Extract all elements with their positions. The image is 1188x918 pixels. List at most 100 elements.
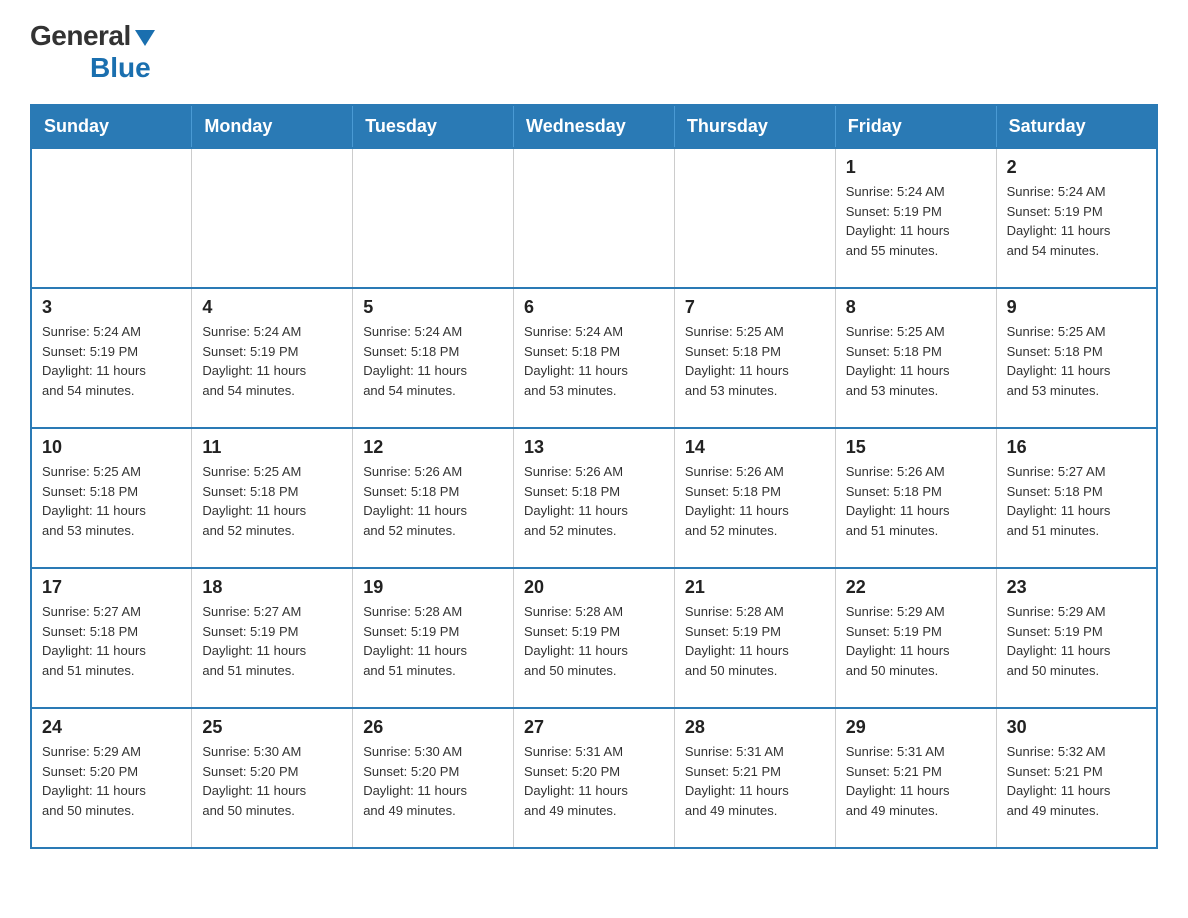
calendar-week-4: 17Sunrise: 5:27 AMSunset: 5:18 PMDayligh… [31, 568, 1157, 708]
day-number: 29 [846, 717, 986, 738]
day-number: 10 [42, 437, 181, 458]
calendar-cell: 11Sunrise: 5:25 AMSunset: 5:18 PMDayligh… [192, 428, 353, 568]
calendar-cell: 6 Sunrise: 5:24 AMSunset: 5:18 PMDaylight… [514, 288, 675, 428]
calendar-cell: 9 Sunrise: 5:25 AMSunset: 5:18 PMDaylight… [996, 288, 1157, 428]
header-day-saturday: Saturday [996, 105, 1157, 148]
day-number: 22 [846, 577, 986, 598]
day-info: Sunrise: 5:26 AMSunset: 5:18 PMDaylight:… [846, 462, 986, 540]
calendar-week-3: 10 Sunrise: 5:25 AMSunset: 5:18 PMDayligh… [31, 428, 1157, 568]
calendar-week-1: 1 Sunrise: 5:24 AMSunset: 5:19 PMDaylight… [31, 148, 1157, 288]
day-info: Sunrise: 5:24 AMSunset: 5:19 PMDaylight:… [846, 182, 986, 260]
day-info: Sunrise: 5:24 AMSunset: 5:18 PMDaylight:… [524, 322, 664, 400]
calendar-week-2: 3 Sunrise: 5:24 AMSunset: 5:19 PMDaylight… [31, 288, 1157, 428]
calendar-cell: 24 Sunrise: 5:29 AMSunset: 5:20 PMDayligh… [31, 708, 192, 848]
calendar-cell: 26 Sunrise: 5:30 AMSunset: 5:20 PMDayligh… [353, 708, 514, 848]
day-info: Sunrise: 5:29 AMSunset: 5:20 PMDaylight:… [42, 742, 181, 820]
day-info: Sunrise: 5:24 AMSunset: 5:19 PMDaylight:… [42, 322, 181, 400]
day-number: 24 [42, 717, 181, 738]
day-number: 9 [1007, 297, 1146, 318]
day-number: 16 [1007, 437, 1146, 458]
calendar-cell: 13 Sunrise: 5:26 AMSunset: 5:18 PMDayligh… [514, 428, 675, 568]
day-number: 18 [202, 577, 342, 598]
day-number: 14 [685, 437, 825, 458]
day-info: Sunrise: 5:24 AMSunset: 5:19 PMDaylight:… [202, 322, 342, 400]
calendar-cell: 19Sunrise: 5:28 AMSunset: 5:19 PMDayligh… [353, 568, 514, 708]
header-day-tuesday: Tuesday [353, 105, 514, 148]
calendar-cell: 3 Sunrise: 5:24 AMSunset: 5:19 PMDaylight… [31, 288, 192, 428]
day-number: 30 [1007, 717, 1146, 738]
day-info: Sunrise: 5:31 AMSunset: 5:21 PMDaylight:… [685, 742, 825, 820]
day-info: Sunrise: 5:26 AMSunset: 5:18 PMDaylight:… [524, 462, 664, 540]
day-number: 5 [363, 297, 503, 318]
logo: General Blue [30, 20, 155, 84]
calendar-week-5: 24 Sunrise: 5:29 AMSunset: 5:20 PMDayligh… [31, 708, 1157, 848]
day-info: Sunrise: 5:27 AMSunset: 5:19 PMDaylight:… [202, 602, 342, 680]
day-info: Sunrise: 5:30 AMSunset: 5:20 PMDaylight:… [363, 742, 503, 820]
calendar-cell: 27 Sunrise: 5:31 AMSunset: 5:20 PMDayligh… [514, 708, 675, 848]
day-info: Sunrise: 5:26 AMSunset: 5:18 PMDaylight:… [363, 462, 503, 540]
day-number: 1 [846, 157, 986, 178]
day-number: 7 [685, 297, 825, 318]
day-number: 26 [363, 717, 503, 738]
calendar-cell: 4 Sunrise: 5:24 AMSunset: 5:19 PMDaylight… [192, 288, 353, 428]
calendar-cell: 1 Sunrise: 5:24 AMSunset: 5:19 PMDaylight… [835, 148, 996, 288]
calendar-cell: 2 Sunrise: 5:24 AMSunset: 5:19 PMDaylight… [996, 148, 1157, 288]
calendar-cell: 25Sunrise: 5:30 AMSunset: 5:20 PMDayligh… [192, 708, 353, 848]
day-number: 15 [846, 437, 986, 458]
day-number: 23 [1007, 577, 1146, 598]
day-number: 27 [524, 717, 664, 738]
day-info: Sunrise: 5:28 AMSunset: 5:19 PMDaylight:… [685, 602, 825, 680]
day-info: Sunrise: 5:24 AMSunset: 5:19 PMDaylight:… [1007, 182, 1146, 260]
calendar-cell [353, 148, 514, 288]
day-number: 20 [524, 577, 664, 598]
day-info: Sunrise: 5:30 AMSunset: 5:20 PMDaylight:… [202, 742, 342, 820]
calendar-cell: 30 Sunrise: 5:32 AMSunset: 5:21 PMDayligh… [996, 708, 1157, 848]
day-number: 4 [202, 297, 342, 318]
calendar-cell [674, 148, 835, 288]
calendar-cell: 12 Sunrise: 5:26 AMSunset: 5:18 PMDayligh… [353, 428, 514, 568]
day-number: 17 [42, 577, 181, 598]
calendar-table: SundayMondayTuesdayWednesdayThursdayFrid… [30, 104, 1158, 849]
calendar-cell: 8 Sunrise: 5:25 AMSunset: 5:18 PMDaylight… [835, 288, 996, 428]
header-row: SundayMondayTuesdayWednesdayThursdayFrid… [31, 105, 1157, 148]
calendar-cell: 20 Sunrise: 5:28 AMSunset: 5:19 PMDayligh… [514, 568, 675, 708]
day-number: 8 [846, 297, 986, 318]
calendar-cell: 7 Sunrise: 5:25 AMSunset: 5:18 PMDaylight… [674, 288, 835, 428]
calendar-cell: 14 Sunrise: 5:26 AMSunset: 5:18 PMDayligh… [674, 428, 835, 568]
header-day-sunday: Sunday [31, 105, 192, 148]
day-number: 3 [42, 297, 181, 318]
day-number: 2 [1007, 157, 1146, 178]
day-info: Sunrise: 5:29 AMSunset: 5:19 PMDaylight:… [1007, 602, 1146, 680]
calendar-cell: 10 Sunrise: 5:25 AMSunset: 5:18 PMDayligh… [31, 428, 192, 568]
logo-general-text: General [30, 20, 155, 52]
calendar-cell [192, 148, 353, 288]
calendar-header: SundayMondayTuesdayWednesdayThursdayFrid… [31, 105, 1157, 148]
calendar-cell [514, 148, 675, 288]
day-number: 13 [524, 437, 664, 458]
day-info: Sunrise: 5:25 AMSunset: 5:18 PMDaylight:… [685, 322, 825, 400]
day-info: Sunrise: 5:28 AMSunset: 5:19 PMDaylight:… [363, 602, 503, 680]
day-info: Sunrise: 5:24 AMSunset: 5:18 PMDaylight:… [363, 322, 503, 400]
header-day-wednesday: Wednesday [514, 105, 675, 148]
day-number: 6 [524, 297, 664, 318]
day-info: Sunrise: 5:31 AMSunset: 5:21 PMDaylight:… [846, 742, 986, 820]
day-info: Sunrise: 5:25 AMSunset: 5:18 PMDaylight:… [42, 462, 181, 540]
day-number: 28 [685, 717, 825, 738]
header-day-friday: Friday [835, 105, 996, 148]
calendar-cell: 16Sunrise: 5:27 AMSunset: 5:18 PMDayligh… [996, 428, 1157, 568]
day-number: 21 [685, 577, 825, 598]
day-number: 11 [202, 437, 342, 458]
day-info: Sunrise: 5:31 AMSunset: 5:20 PMDaylight:… [524, 742, 664, 820]
day-number: 12 [363, 437, 503, 458]
calendar-cell [31, 148, 192, 288]
header-day-thursday: Thursday [674, 105, 835, 148]
calendar-cell: 21 Sunrise: 5:28 AMSunset: 5:19 PMDayligh… [674, 568, 835, 708]
day-info: Sunrise: 5:26 AMSunset: 5:18 PMDaylight:… [685, 462, 825, 540]
day-info: Sunrise: 5:29 AMSunset: 5:19 PMDaylight:… [846, 602, 986, 680]
day-info: Sunrise: 5:25 AMSunset: 5:18 PMDaylight:… [846, 322, 986, 400]
day-info: Sunrise: 5:28 AMSunset: 5:19 PMDaylight:… [524, 602, 664, 680]
calendar-cell: 15 Sunrise: 5:26 AMSunset: 5:18 PMDayligh… [835, 428, 996, 568]
calendar-cell: 5 Sunrise: 5:24 AMSunset: 5:18 PMDaylight… [353, 288, 514, 428]
day-info: Sunrise: 5:25 AMSunset: 5:18 PMDaylight:… [1007, 322, 1146, 400]
day-info: Sunrise: 5:32 AMSunset: 5:21 PMDaylight:… [1007, 742, 1146, 820]
